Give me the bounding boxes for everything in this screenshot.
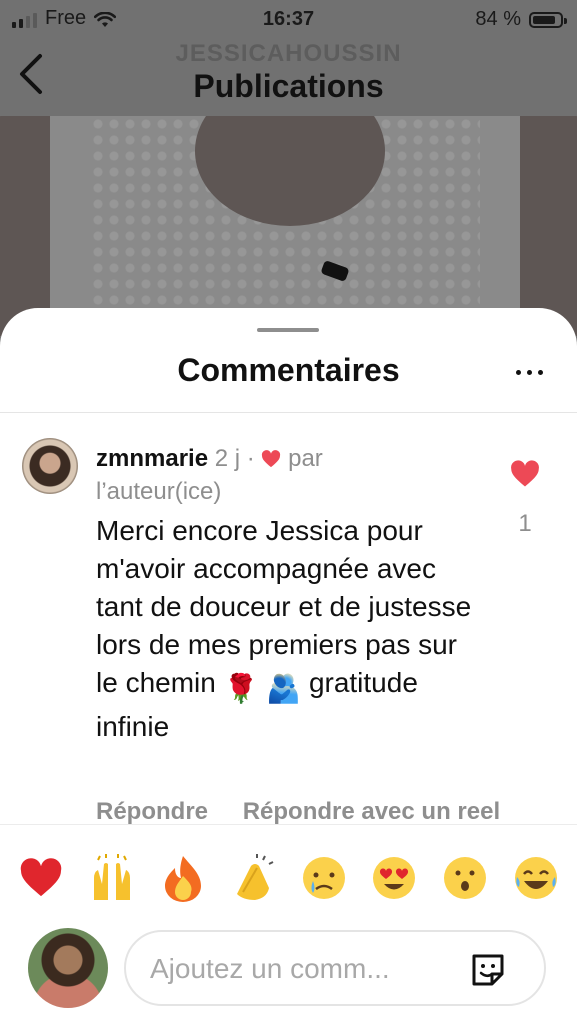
liked-by-author: l’auteur(ice) (96, 478, 222, 505)
fire-icon (164, 856, 201, 902)
reply-reel-button[interactable]: Répondre avec un reel (243, 798, 500, 825)
reaction-emoji[interactable] (440, 853, 490, 903)
reaction-emoji[interactable] (369, 853, 419, 903)
status-bar: Free 16:37 84 % (0, 0, 577, 38)
heart-icon[interactable] (510, 460, 540, 488)
rose-emoji: 🌹 (223, 673, 259, 704)
like-count: 1 (518, 510, 532, 537)
sticker-icon[interactable] (468, 950, 508, 990)
reaction-emoji[interactable] (228, 853, 278, 903)
battery-fill (533, 15, 555, 24)
surprised-face-icon (444, 857, 487, 899)
reaction-emoji[interactable] (16, 853, 66, 903)
reaction-emoji[interactable] (299, 853, 349, 903)
comment-text: Merci encore Jessica pour m'avoir accomp… (96, 512, 486, 746)
comment-body: zmnmarie 2 j · par l’auteur(ice) Merci e… (96, 442, 486, 746)
comment-item: zmnmarie 2 j · par l’auteur(ice) Merci e… (0, 412, 577, 832)
reaction-emoji[interactable] (87, 853, 137, 903)
liked-by-label: par (288, 445, 323, 472)
divider (0, 824, 577, 825)
sheet-grabber[interactable] (257, 328, 319, 332)
comment-composer[interactable] (124, 930, 546, 1006)
comment-header: zmnmarie 2 j · par l’auteur(ice) (96, 442, 486, 508)
clapping-hands-icon (237, 854, 274, 900)
comment-username[interactable]: zmnmarie (96, 445, 208, 472)
comment-separator: · (246, 445, 255, 472)
heart-eyes-icon (373, 857, 416, 899)
sheet-title: Commentaires (177, 352, 400, 388)
reaction-bar (0, 848, 577, 908)
crying-face-icon (302, 857, 345, 899)
comments-sheet: Commentaires zmnmarie 2 j · par l’auteur… (0, 308, 577, 1024)
status-right: 84 % (475, 8, 567, 31)
battery-nub (564, 17, 567, 24)
comment-actions: Répondre Répondre avec un reel (96, 798, 528, 826)
battery-icon (529, 11, 567, 28)
reaction-emoji[interactable] (158, 853, 208, 903)
reaction-emoji[interactable] (511, 853, 561, 903)
nav-bar: JESSICAHOUSSIN Publications (0, 38, 577, 116)
battery-percent: 84 % (475, 8, 521, 30)
heart-emoji-icon (21, 858, 62, 897)
comment-input[interactable] (148, 932, 462, 1006)
heart-icon (262, 450, 281, 468)
post-image (0, 116, 577, 336)
reply-button[interactable]: Répondre (96, 798, 208, 825)
avatar[interactable] (28, 928, 108, 1008)
page-title: Publications (193, 68, 384, 104)
comment-age: 2 j (214, 445, 241, 472)
avatar[interactable] (22, 438, 78, 494)
hug-emoji: 🫂 (266, 673, 302, 704)
profile-username: JESSICAHOUSSIN (175, 40, 402, 67)
ellipsis-icon[interactable] (509, 364, 549, 380)
laughing-face-icon (514, 857, 557, 899)
raised-hands-icon (93, 854, 130, 900)
